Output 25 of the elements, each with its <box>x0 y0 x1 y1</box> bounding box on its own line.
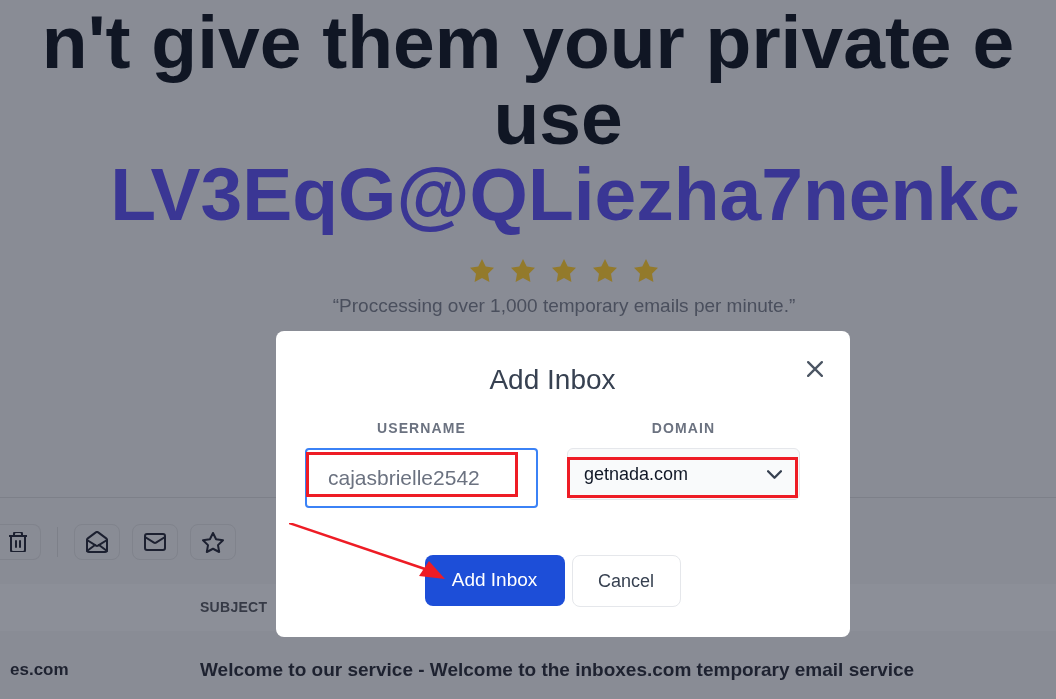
dialog-title: Add Inbox <box>488 363 617 397</box>
trash-icon <box>9 532 27 552</box>
table-cell-text: Welcome to our service - Welcome to the inboxes.com temporary email service <box>200 657 915 682</box>
star-icon <box>470 259 494 282</box>
column-header: SUBJECT <box>200 598 268 617</box>
field-label: DOMAIN <box>651 419 716 438</box>
chevron-down-icon <box>767 469 782 479</box>
envelope-icon <box>144 533 166 551</box>
toolbar-button[interactable] <box>132 524 178 560</box>
table-cell-text: es.com <box>9 659 70 682</box>
star-icon <box>552 259 576 282</box>
toolbar-button[interactable] <box>74 524 120 560</box>
quote-text: “Proccessing over 1,000 temporary emails per minute.” <box>332 294 796 318</box>
open-envelope-icon <box>86 531 108 553</box>
star-icon <box>593 259 617 282</box>
star-icon <box>634 259 658 282</box>
toolbar-button[interactable] <box>190 524 236 560</box>
close-icon[interactable] <box>807 361 823 377</box>
star-icon <box>511 259 535 282</box>
domain-select[interactable]: getnada.com <box>567 448 800 500</box>
add-inbox-button[interactable]: Add Inbox <box>424 555 565 606</box>
cancel-button[interactable]: Cancel <box>571 555 681 607</box>
toolbar-button[interactable] <box>0 524 41 560</box>
star-icon <box>202 531 224 553</box>
field-label: USERNAME <box>376 419 467 438</box>
